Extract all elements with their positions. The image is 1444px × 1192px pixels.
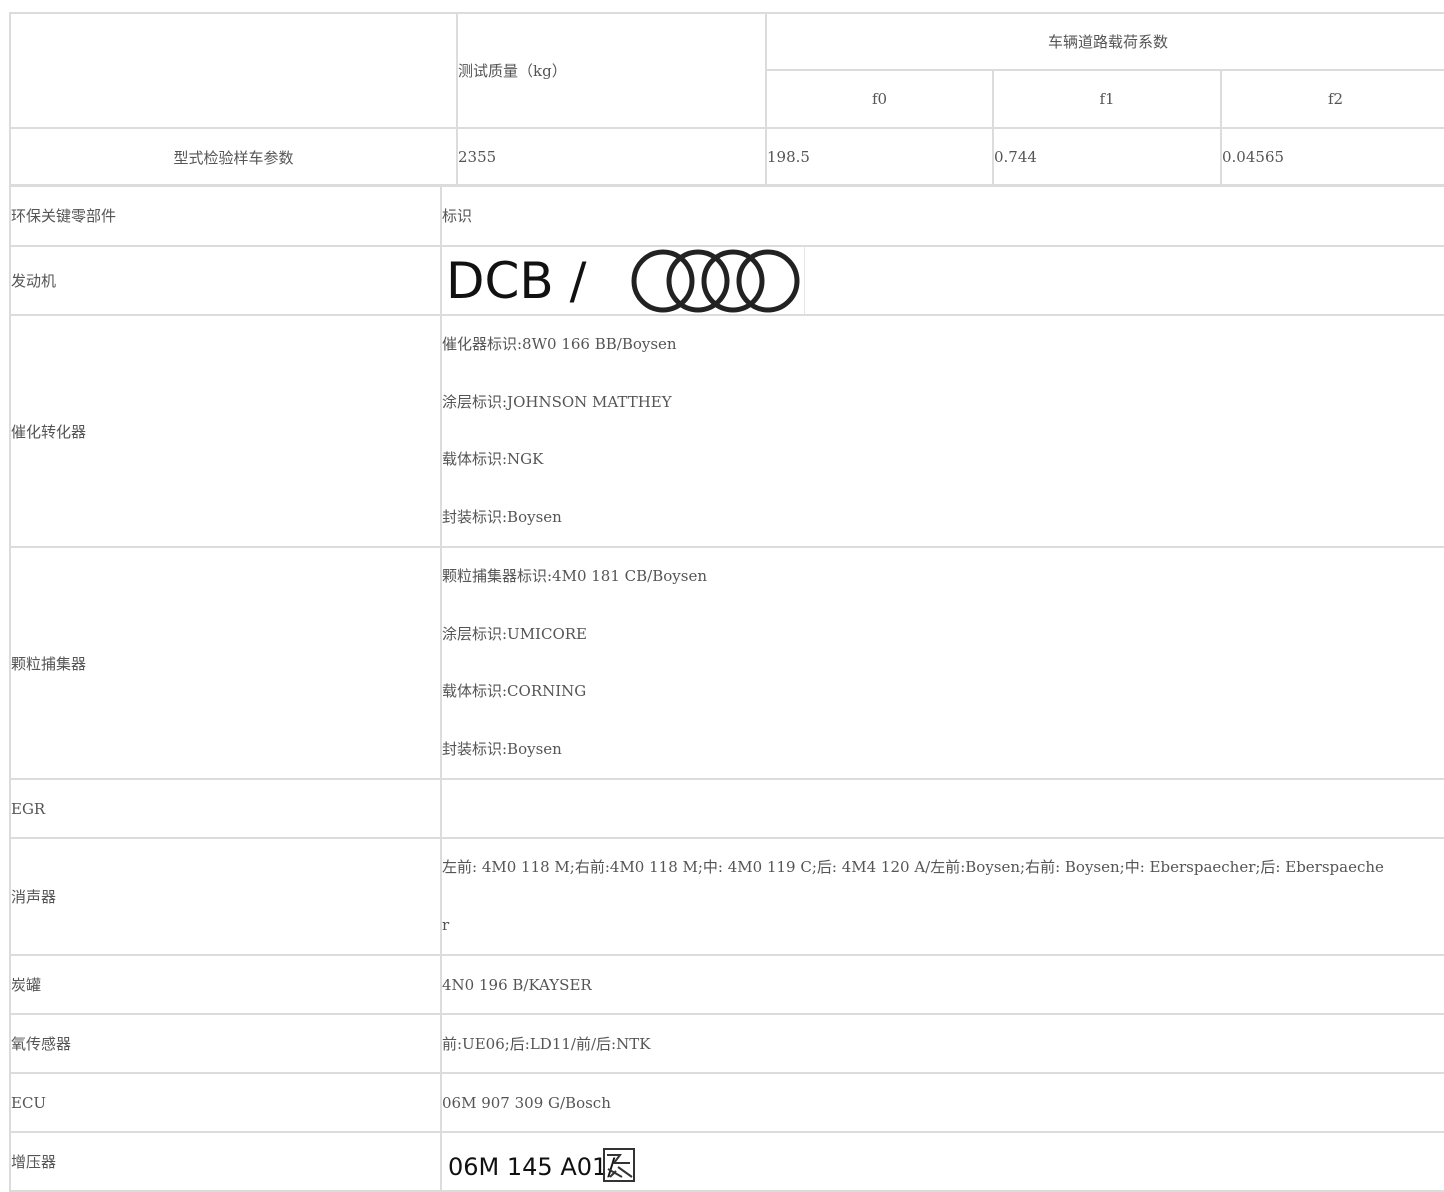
coef-value-f2: 0.04565	[1220, 127, 1444, 187]
turbo-mark-image: 06M 145 A01/	[448, 1147, 635, 1182]
engine-mark-cell: DCB /	[440, 245, 1444, 316]
road-load-table: 测试质量（kg） 车辆道路载荷系数 f0 f1 f2 型式检验样车参数 2355…	[9, 12, 1444, 187]
four-rings-logo-icon	[631, 249, 800, 313]
egr-label: EGR	[9, 778, 442, 839]
egr-value	[440, 778, 1444, 839]
row-label: 型式检验样车参数	[9, 127, 458, 187]
mass-header: 测试质量（kg）	[456, 12, 767, 129]
dpf-marks: 颗粒捕集器标识:4M0 181 CB/Boysen 涂层标识:UMICORE 载…	[440, 546, 1444, 780]
coef-header: 车辆道路载荷系数	[765, 12, 1444, 71]
muffler-mark-line: r	[442, 915, 450, 934]
engine-mark-image: DCB /	[442, 247, 805, 314]
mass-value: 2355	[456, 127, 767, 187]
coef-value-f1: 0.744	[992, 127, 1222, 187]
coef-col-f1: f1	[992, 69, 1222, 129]
o2-sensor-value: 前:UE06;后:LD11/前/后:NTK	[440, 1013, 1444, 1074]
canister-value: 4N0 196 B/KAYSER	[440, 954, 1444, 1015]
turbo-mark-cell: 06M 145 A01/	[440, 1131, 1444, 1192]
muffler-mark-line: 左前: 4M0 118 M;右前:4M0 118 M;中: 4M0 119 C;…	[442, 858, 1384, 876]
catalyst-mark-line: 涂层标识:JOHNSON MATTHEY	[442, 392, 672, 411]
dpf-mark-line: 颗粒捕集器标识:4M0 181 CB/Boysen	[442, 567, 707, 585]
o2-sensor-label: 氧传感器	[9, 1013, 442, 1074]
engine-mark-text: DCB /	[446, 252, 587, 310]
dpf-label: 颗粒捕集器	[9, 546, 442, 780]
coef-col-f2: f2	[1220, 69, 1444, 129]
turbo-label: 增压器	[9, 1131, 442, 1192]
dpf-mark-line: 封装标识:Boysen	[442, 739, 562, 758]
muffler-marks: 左前: 4M0 118 M;右前:4M0 118 M;中: 4M0 119 C;…	[440, 837, 1444, 956]
turbo-mark-text: 06M 145 A01/	[448, 1153, 616, 1181]
coef-value-f0: 198.5	[765, 127, 994, 187]
canister-label: 炭罐	[9, 954, 442, 1015]
ecu-label: ECU	[9, 1072, 442, 1133]
catalyst-label: 催化转化器	[9, 314, 442, 548]
catalyst-mark-line: 封装标识:Boysen	[442, 507, 562, 526]
dpf-mark-line: 载体标识:CORNING	[442, 682, 587, 700]
col-component-header: 环保关键零部件	[9, 184, 442, 247]
ecu-value: 06M 907 309 G/Bosch	[440, 1072, 1444, 1133]
muffler-label: 消声器	[9, 837, 442, 956]
catalyst-mark-line: 载体标识:NGK	[442, 450, 544, 468]
catalyst-mark-line: 催化器标识:8W0 166 BB/Boysen	[442, 335, 677, 353]
coef-col-f0: f0	[765, 69, 994, 129]
catalyst-marks: 催化器标识:8W0 166 BB/Boysen 涂层标识:JOHNSON MAT…	[440, 314, 1444, 548]
engine-label: 发动机	[9, 245, 442, 316]
parts-table: 环保关键零部件 标识 发动机 DCB / 催化转化器 催化器标识:8W0 166…	[9, 184, 1444, 1192]
empty-header-cell	[9, 12, 458, 129]
col-mark-header: 标识	[440, 184, 1444, 247]
dpf-mark-line: 涂层标识:UMICORE	[442, 624, 587, 643]
